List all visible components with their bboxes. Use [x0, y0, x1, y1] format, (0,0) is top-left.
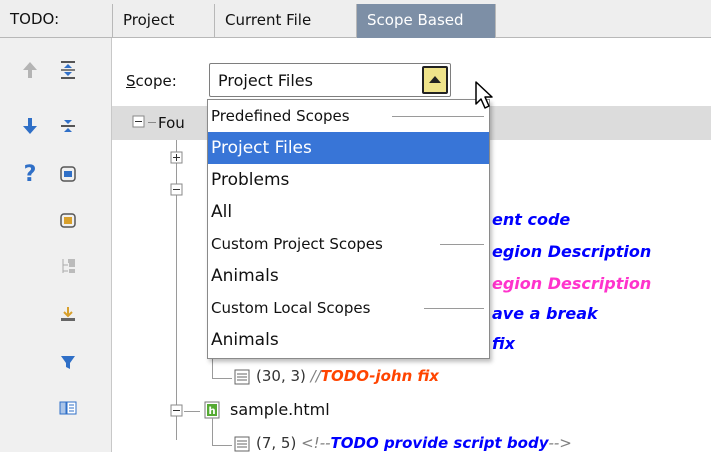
- scope-value: Project Files: [218, 71, 313, 90]
- scope-label: Scope:: [126, 72, 177, 90]
- scope-dropdown-list: Predefined Scopes Project Files Problems…: [207, 99, 490, 359]
- todo-prefix: //: [310, 367, 321, 385]
- tab-current-file[interactable]: Current File: [214, 4, 321, 38]
- tree-connector: [212, 445, 232, 446]
- tab-scope-based[interactable]: Scope Based: [356, 4, 496, 38]
- dropdown-separator-custom-local: Custom Local Scopes: [208, 292, 489, 324]
- todo-text: TODO-john fix: [320, 367, 439, 385]
- separator-line: [392, 116, 484, 117]
- todo-coords: (7, 5): [256, 434, 297, 452]
- dropdown-item-problems[interactable]: Problems: [208, 164, 489, 196]
- mouse-cursor-icon: [474, 80, 496, 114]
- tree-connector: [148, 122, 156, 123]
- todo-fragment: ave a break: [492, 304, 598, 323]
- todo-prefix: <!--: [301, 434, 331, 452]
- next-todo-icon[interactable]: [18, 114, 42, 138]
- tab-project[interactable]: Project: [112, 4, 184, 38]
- separator-label: Custom Project Scopes: [211, 235, 383, 253]
- expand-toggle-icon[interactable]: [170, 151, 184, 169]
- scope-dropdown-button[interactable]: [422, 66, 448, 94]
- todo-tabbar: TODO: Project Current File Scope Based: [0, 0, 711, 38]
- dropdown-item-project-files[interactable]: Project Files: [208, 132, 489, 164]
- dropdown-item-animals-project[interactable]: Animals: [208, 260, 489, 292]
- expand-all-icon[interactable]: [56, 58, 80, 82]
- todo-item-icon: [234, 436, 250, 456]
- preview-panel-icon[interactable]: [56, 396, 80, 420]
- todo-coords: (30, 3): [256, 367, 306, 385]
- export-icon[interactable]: [56, 302, 80, 326]
- flatten-packages-icon[interactable]: [56, 254, 80, 278]
- todo-suffix: -->: [548, 434, 572, 452]
- group-by-module-icon[interactable]: [56, 162, 80, 186]
- svg-text:h: h: [208, 406, 215, 417]
- tree-connector: [184, 411, 200, 412]
- separator-label: Predefined Scopes: [211, 107, 350, 125]
- dropdown-separator-predefined: Predefined Scopes: [208, 100, 489, 132]
- tree-root-label: Fou: [158, 114, 185, 132]
- todo-fragment: ent code: [492, 210, 571, 229]
- todo-item-john-fix[interactable]: (30, 3) //TODO-john fix: [256, 367, 439, 385]
- scope-combobox[interactable]: Project Files: [209, 63, 451, 97]
- dropdown-item-animals-local[interactable]: Animals: [208, 324, 489, 356]
- collapse-toggle-icon[interactable]: [132, 115, 146, 133]
- todo-fragment: egion Description: [492, 274, 652, 293]
- todo-fragment: egion Description: [492, 242, 652, 261]
- dropdown-separator-custom-project: Custom Project Scopes: [208, 228, 489, 260]
- todo-fragment: fix: [492, 334, 515, 353]
- todo-text: TODO provide script body: [330, 434, 549, 452]
- filter-icon[interactable]: [56, 350, 80, 374]
- separator-label: Custom Local Scopes: [211, 299, 371, 317]
- dropdown-item-all[interactable]: All: [208, 196, 489, 228]
- tree-guide-line: [212, 418, 213, 446]
- todo-item-script-body[interactable]: (7, 5) <!--TODO provide script body-->: [256, 434, 572, 452]
- separator-line: [424, 308, 484, 309]
- tree-connector: [212, 378, 232, 379]
- separator-line: [440, 244, 484, 245]
- previous-todo-icon[interactable]: [18, 58, 42, 82]
- collapse-toggle-icon[interactable]: [170, 183, 184, 201]
- todo-title: TODO:: [10, 10, 60, 28]
- help-icon[interactable]: ?: [18, 162, 42, 187]
- left-toolbar: ?: [0, 38, 112, 452]
- group-by-package-icon[interactable]: [56, 208, 80, 232]
- collapse-all-icon[interactable]: [56, 114, 80, 138]
- todo-item-icon: [234, 369, 250, 389]
- collapse-toggle-icon[interactable]: [170, 404, 184, 422]
- tree-file-label[interactable]: sample.html: [230, 400, 330, 419]
